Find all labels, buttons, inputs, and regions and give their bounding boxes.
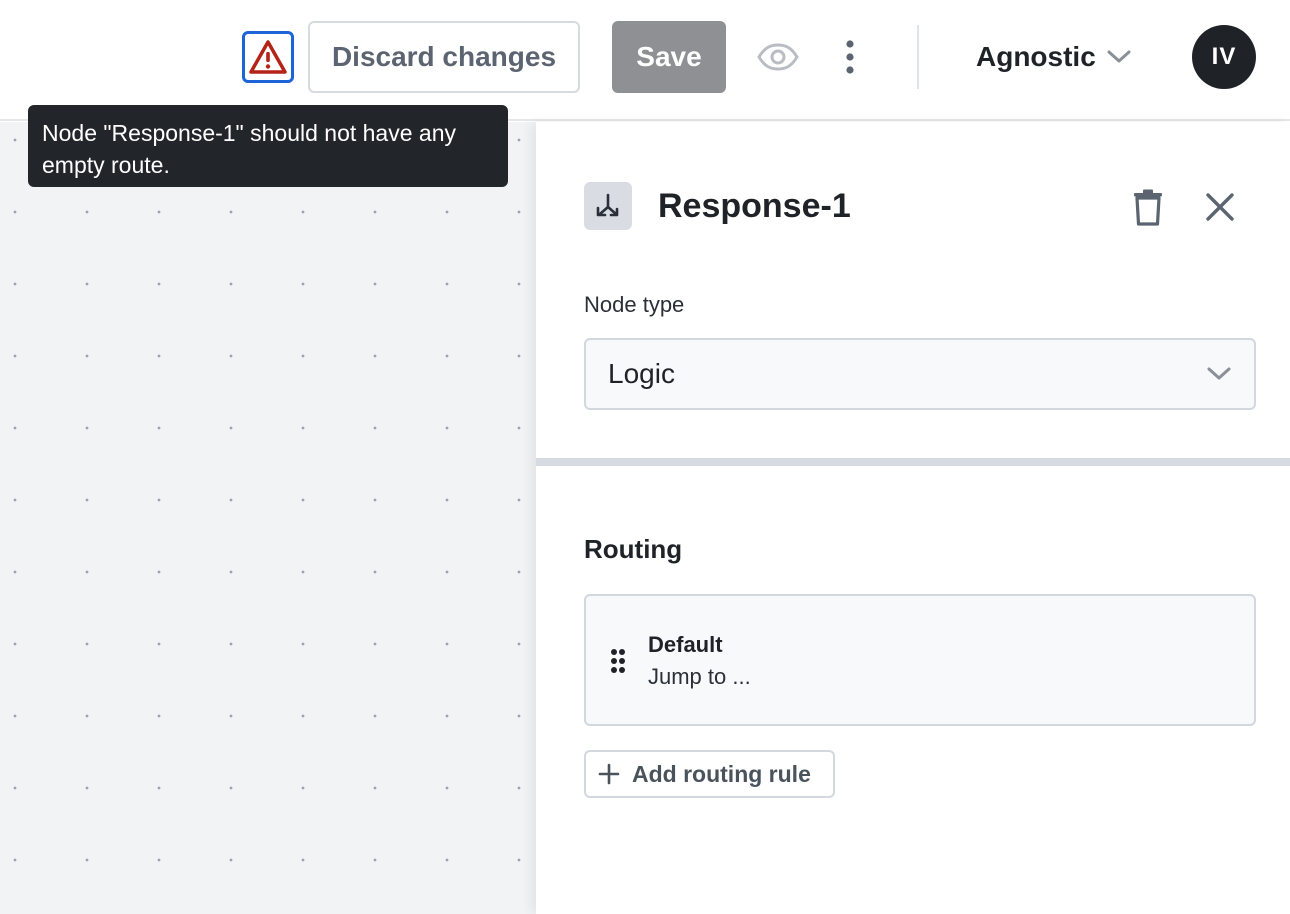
routing-rule-target: Jump to ...: [648, 664, 751, 689]
top-header: Discard changes Save Agnostic IV: [0, 0, 1290, 121]
tooltip-text: Node "Response-1" should not have any em…: [42, 120, 456, 178]
workspace-name: Agnostic: [976, 41, 1096, 72]
node-title: Response-1: [658, 187, 851, 225]
routing-rule-card[interactable]: Default Jump to ...: [584, 594, 1256, 726]
preview-button[interactable]: [754, 34, 802, 80]
node-type-value: Logic: [608, 358, 675, 389]
validation-tooltip: Node "Response-1" should not have any em…: [28, 105, 508, 187]
node-type-badge: [584, 182, 632, 230]
drag-handle-icon[interactable]: [608, 648, 628, 674]
flow-canvas[interactable]: [0, 122, 536, 914]
validation-warning-button[interactable]: [242, 31, 294, 83]
section-divider: [536, 458, 1290, 466]
workspace-selector[interactable]: Agnostic: [976, 34, 1132, 80]
header-divider: [917, 25, 919, 89]
chevron-down-icon: [1107, 50, 1131, 63]
chevron-down-icon: [1207, 367, 1231, 380]
user-avatar[interactable]: IV: [1192, 25, 1256, 89]
routing-rule-name: Default: [648, 632, 723, 657]
close-panel-button[interactable]: [1200, 184, 1240, 230]
add-routing-rule-button[interactable]: Add routing rule: [584, 750, 835, 798]
more-options-button[interactable]: [830, 34, 870, 80]
node-type-label: Node type: [584, 292, 685, 317]
discard-changes-button[interactable]: Discard changes: [308, 21, 580, 93]
close-icon: [1206, 193, 1234, 221]
warning-triangle-icon: [249, 40, 287, 74]
node-settings-panel: Response-1 Node type Logic Routing Defau…: [536, 122, 1290, 914]
eye-icon: [757, 43, 799, 71]
node-type-select[interactable]: Logic: [584, 338, 1256, 410]
delete-node-button[interactable]: [1128, 184, 1168, 230]
plus-icon: [598, 763, 620, 785]
merge-arrows-icon: [596, 193, 619, 217]
more-vertical-icon: [846, 40, 854, 74]
trash-icon: [1134, 189, 1162, 226]
save-button[interactable]: Save: [612, 21, 726, 93]
routing-section-title: Routing: [584, 534, 683, 564]
add-routing-rule-label: Add routing rule: [632, 760, 811, 787]
